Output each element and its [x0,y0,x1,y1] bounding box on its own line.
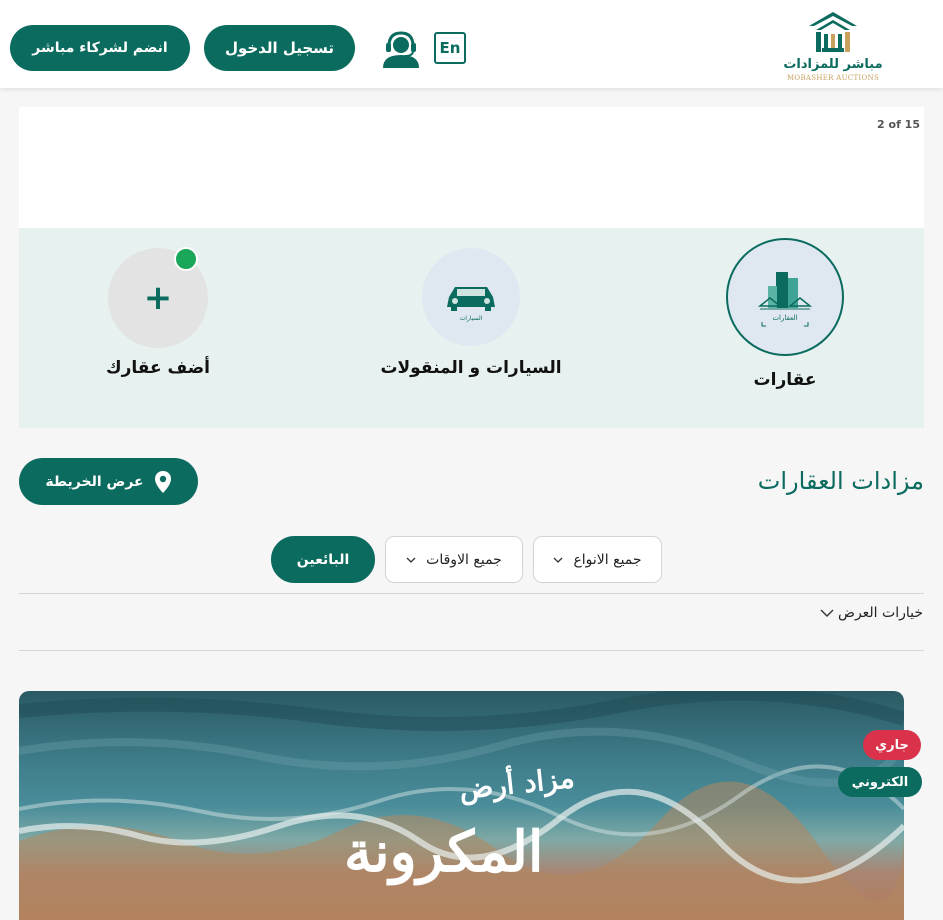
notification-dot [174,247,198,271]
category-realestate-label[interactable]: عقارات [726,370,844,390]
category-cars[interactable]: السيارات [422,248,520,346]
top-header: انضم لشركاء مباشر تسجيل الدخول En مباشر … [0,0,943,88]
location-pin-icon [154,470,171,493]
buildings-icon: العقارات [757,272,813,327]
login-button[interactable]: تسجيل الدخول [204,25,355,71]
filter-times-label: جميع الاوقات [426,551,502,568]
chevron-down-icon [820,609,834,617]
status-badge: جاري [863,730,921,760]
view-options-toggle[interactable]: خيارات العرض [820,605,923,621]
filter-types-label: جميع الانواع [573,551,642,568]
filter-types-dropdown[interactable]: جميع الانواع [533,536,662,583]
plus-icon: + [143,278,173,318]
brand-logo-icon[interactable] [806,10,860,56]
support-agent-icon[interactable] [380,28,422,68]
slider-counter: 2 of 15 [877,118,920,131]
language-toggle[interactable]: En [434,32,466,64]
type-badge: الكتروني [838,767,922,797]
category-realestate[interactable]: العقارات [726,238,844,356]
card-title-line2: المكرونة [344,819,544,885]
chevron-down-icon [406,557,416,563]
view-options-label: خيارات العرض [838,605,923,621]
add-property-label[interactable]: أضف عقارك [79,358,237,378]
auction-card[interactable]: مزاد أرض المكرونة [19,691,904,920]
svg-text:العقارات: العقارات [772,314,797,322]
category-cars-label[interactable]: السيارات و المنقولات [359,358,583,378]
chevron-down-icon [553,557,563,563]
brand-name: مباشر للمزادات [783,57,883,72]
filter-times-dropdown[interactable]: جميع الاوقات [385,536,523,583]
divider [19,650,924,651]
banner-slider[interactable]: 2 of 15 [19,107,924,228]
category-strip: العقارات السيارات + عقارات السيارات و ال… [19,228,924,428]
divider [19,593,924,594]
section-title: مزادات العقارات [757,467,924,495]
filter-sellers-button[interactable]: البائعين [271,536,375,583]
map-button-label: عرض الخريطة [45,473,144,490]
car-icon: السيارات [447,287,495,322]
show-map-button[interactable]: عرض الخريطة [19,458,198,505]
brand-subtitle: MOBASHER AUCTIONS [786,74,880,82]
join-partners-button[interactable]: انضم لشركاء مباشر [10,25,190,71]
svg-text:السيارات: السيارات [460,315,483,322]
